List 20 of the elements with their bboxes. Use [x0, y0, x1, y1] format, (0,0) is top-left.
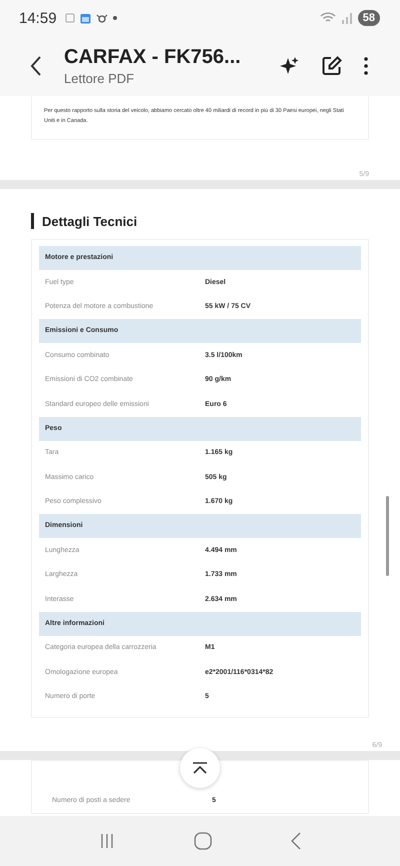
status-time: 14:59: [19, 10, 57, 26]
document-title: CARFAX - FK756...: [64, 46, 242, 69]
dot-icon: [112, 16, 117, 20]
calendar-icon: [80, 12, 91, 24]
edit-icon[interactable]: [322, 56, 342, 76]
section-heading: Dettagli Tecnici: [42, 214, 138, 228]
wifi-icon: [320, 12, 336, 24]
more-icon[interactable]: [364, 57, 368, 75]
to-top-icon: [192, 762, 208, 774]
home-icon[interactable]: [194, 832, 212, 850]
signal-icon: [340, 12, 353, 24]
back-icon[interactable]: [30, 55, 42, 77]
battery-indicator: 58: [358, 10, 380, 26]
recent-apps-icon[interactable]: [99, 833, 116, 849]
app-subtitle: Lettore PDF: [64, 71, 136, 86]
scrollbar-thumb[interactable]: [386, 496, 389, 576]
sparkle-icon[interactable]: [280, 56, 300, 76]
notification-icon: [96, 13, 108, 23]
heading-bar: [31, 213, 34, 229]
image-icon: [64, 13, 75, 23]
